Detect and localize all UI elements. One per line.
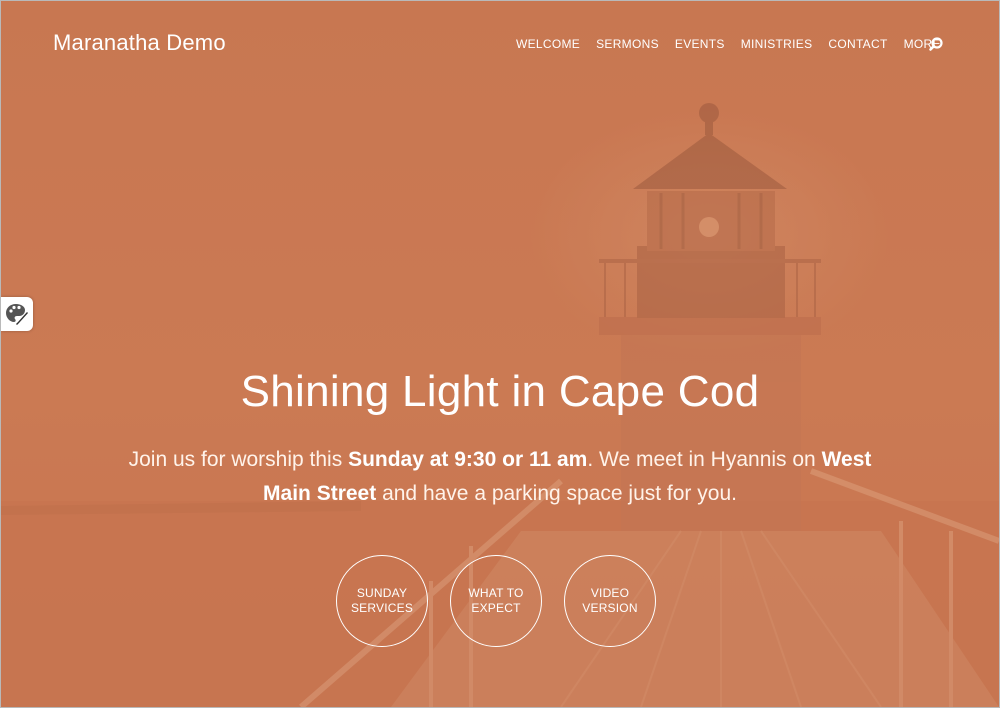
site-title-link[interactable]: Maranatha Demo	[53, 30, 226, 56]
hero-content: Shining Light in Cape Cod Join us for wo…	[1, 361, 999, 511]
button-label-line1: VIDEO	[590, 586, 630, 600]
nav-item-events[interactable]: EVENTS	[675, 37, 725, 51]
button-label-line2: VERSION	[582, 601, 638, 615]
hero-title: Shining Light in Cape Cod	[240, 367, 760, 416]
hero-text-service-times: Sunday at 9:30 or 11 am	[348, 448, 588, 471]
nav-item-welcome[interactable]: WELCOME	[516, 37, 580, 51]
sunday-services-button[interactable]: SUNDAY SERVICES	[336, 555, 428, 647]
button-label-line2: EXPECT	[471, 601, 521, 615]
hero-description: Join us for worship this Sunday at 9:30 …	[120, 443, 880, 511]
button-label-line2: SERVICES	[350, 601, 414, 615]
button-label: WHAT TO EXPECT	[461, 586, 531, 616]
hero-text-part: and have a parking space just for you.	[376, 482, 737, 505]
nav-item-contact[interactable]: CONTACT	[828, 37, 887, 51]
site-header: Maranatha Demo WELCOME SERMONS EVENTS MI…	[1, 1, 999, 87]
search-icon	[929, 37, 943, 51]
nav-item-sermons[interactable]: SERMONS	[596, 37, 659, 51]
what-to-expect-button[interactable]: WHAT TO EXPECT	[450, 555, 542, 647]
hero-buttons: SUNDAY SERVICES WHAT TO EXPECT VIDEO VER…	[336, 555, 656, 647]
style-switcher-button[interactable]	[1, 297, 33, 331]
palette-brush-icon	[6, 304, 28, 325]
search-button[interactable]	[928, 36, 944, 52]
button-label: SUNDAY SERVICES	[347, 586, 417, 616]
button-label: VIDEO VERSION	[575, 586, 645, 616]
main-nav: WELCOME SERMONS EVENTS MINISTRIES CONTAC…	[516, 36, 957, 52]
button-label-line1: WHAT TO	[468, 586, 524, 600]
hero-text-part: . We meet in Hyannis on	[587, 448, 822, 471]
page-frame: Maranatha Demo WELCOME SERMONS EVENTS MI…	[0, 0, 1000, 708]
button-label-line1: SUNDAY	[356, 586, 408, 600]
nav-item-ministries[interactable]: MINISTRIES	[741, 37, 813, 51]
video-version-button[interactable]: VIDEO VERSION	[564, 555, 656, 647]
hero-text-part: Join us for worship this	[128, 448, 349, 471]
